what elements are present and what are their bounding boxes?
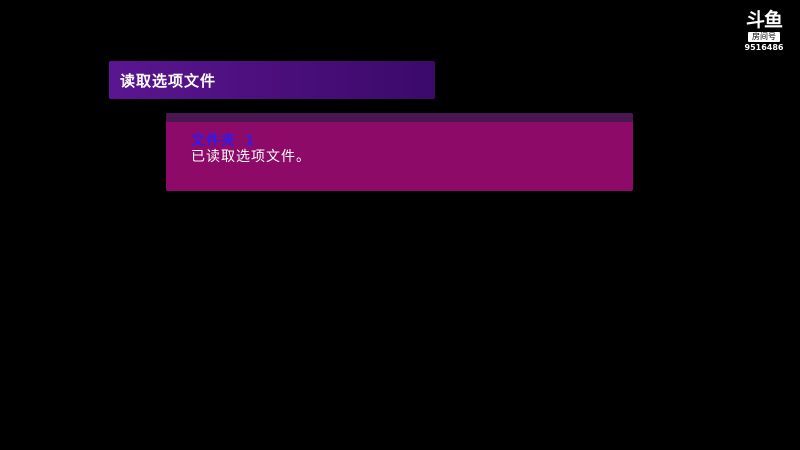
message-folder-label: 文件夹 1	[191, 133, 255, 149]
room-number-tag: 房间号	[748, 32, 780, 42]
game-screen: 读取选项文件 文件夹 1 已读取选项文件。 斗鱼 房间号 9516486	[0, 0, 800, 450]
message-text: 文件夹 1 已读取选项文件。	[191, 133, 311, 165]
screen-title: 读取选项文件	[120, 71, 217, 90]
message-body: 已读取选项文件。	[191, 149, 311, 165]
header-bar: 读取选项文件	[109, 61, 435, 99]
message-panel: 文件夹 1 已读取选项文件。	[166, 113, 633, 191]
douyu-logo: 斗鱼	[745, 9, 783, 31]
douyu-watermark: 斗鱼 房间号 9516486	[740, 10, 788, 58]
room-id: 9516486	[744, 43, 784, 52]
message-panel-top-strip	[166, 113, 633, 122]
